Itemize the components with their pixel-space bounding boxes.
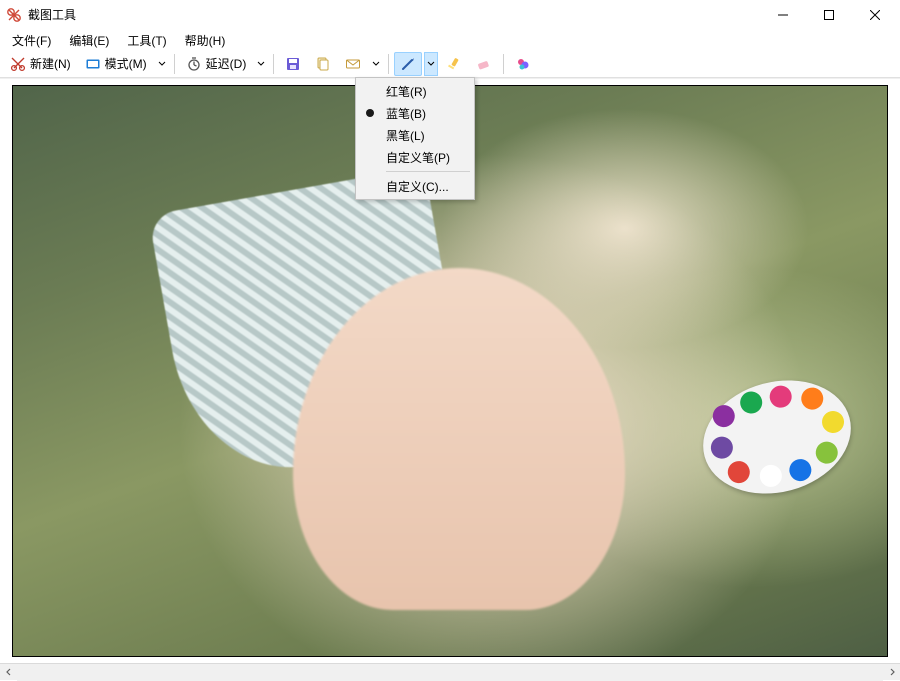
separator [174,54,175,74]
new-snip-label: 新建(N) [30,55,71,72]
scroll-left-button[interactable] [0,664,17,681]
edit-paint3d-button[interactable] [509,52,537,76]
horizontal-scrollbar[interactable] [0,663,900,680]
mode-button[interactable]: 模式(M) [79,52,153,76]
close-button[interactable] [852,0,898,30]
highlighter-icon [446,56,462,72]
menu-edit[interactable]: 编辑(E) [61,30,117,51]
app-icon [6,7,22,23]
pen-icon [400,56,416,72]
pen-dropdown-menu: 红笔(R) 蓝笔(B) 黑笔(L) 自定义笔(P) 自定义(C)... [355,77,475,200]
mode-dropdown[interactable] [155,52,169,76]
paint3d-icon [515,56,531,72]
pen-customize-label: 自定义(C)... [386,178,449,195]
delay-label: 延迟(D) [206,55,247,72]
pen-custom-label: 自定义笔(P) [386,149,450,166]
pen-customize-item[interactable]: 自定义(C)... [358,175,472,197]
mode-icon [85,56,101,72]
save-icon [285,56,301,72]
new-snip-button[interactable]: 新建(N) [4,52,77,76]
menu-tools[interactable]: 工具(T) [119,30,174,51]
scroll-right-button[interactable] [883,664,900,681]
maximize-button[interactable] [806,0,852,30]
separator [388,54,389,74]
separator [273,54,274,74]
pen-blue-label: 蓝笔(B) [386,105,426,122]
scissors-icon [10,56,26,72]
mail-icon [345,56,361,72]
save-button[interactable] [279,52,307,76]
send-dropdown[interactable] [369,52,383,76]
highlighter-button[interactable] [440,52,468,76]
paint-palette-prop [690,365,863,510]
pen-blue-item[interactable]: 蓝笔(B) [358,102,472,124]
mode-label: 模式(M) [105,55,147,72]
separator [503,54,504,74]
menu-help[interactable]: 帮助(H) [177,30,234,51]
eraser-button[interactable] [470,52,498,76]
delay-dropdown[interactable] [254,52,268,76]
pen-dropdown[interactable] [424,52,438,76]
scroll-track[interactable] [17,664,883,681]
window-title: 截图工具 [28,6,760,23]
menu-file[interactable]: 文件(F) [4,30,59,51]
pen-button[interactable] [394,52,422,76]
copy-button[interactable] [309,52,337,76]
eraser-icon [476,56,492,72]
selected-bullet-icon [366,109,374,117]
title-bar: 截图工具 [0,0,900,30]
copy-icon [315,56,331,72]
minimize-button[interactable] [760,0,806,30]
pen-red-item[interactable]: 红笔(R) [358,80,472,102]
delay-button[interactable]: 延迟(D) [180,52,253,76]
pen-custom-item[interactable]: 自定义笔(P) [358,146,472,168]
pen-black-label: 黑笔(L) [386,127,425,144]
clock-icon [186,56,202,72]
send-button[interactable] [339,52,367,76]
menu-bar: 文件(F) 编辑(E) 工具(T) 帮助(H) [0,30,900,50]
menu-divider [386,171,470,172]
toolbar: 新建(N) 模式(M) 延迟(D) [0,50,900,78]
pen-black-item[interactable]: 黑笔(L) [358,124,472,146]
pen-red-label: 红笔(R) [386,83,427,100]
